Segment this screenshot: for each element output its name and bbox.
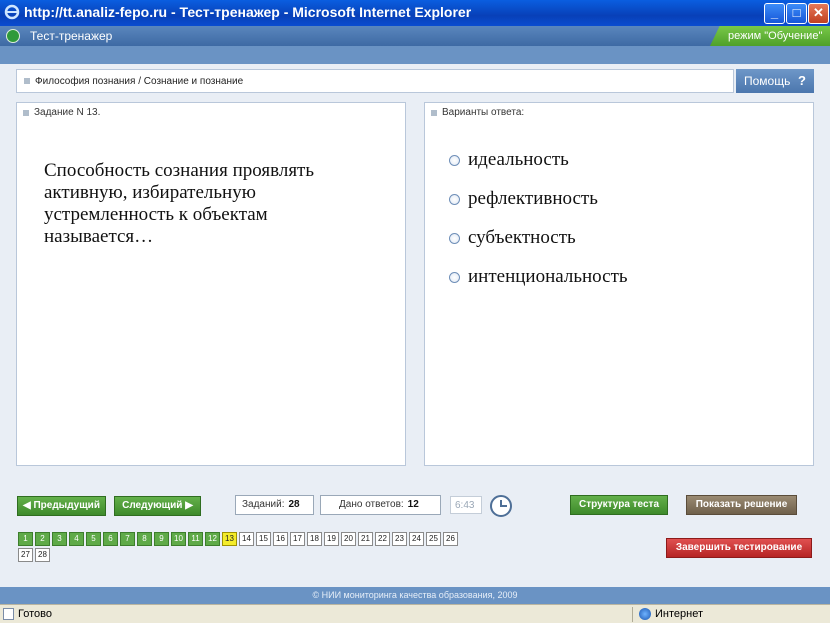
task-cell-12[interactable]: 12 [205, 532, 220, 546]
task-cell-26[interactable]: 26 [443, 532, 458, 546]
answer-label: интенциональность [468, 266, 628, 287]
maximize-button[interactable]: □ [786, 3, 807, 24]
answered-counter-label: Дано ответов: [339, 499, 404, 510]
radio-button[interactable] [449, 194, 460, 205]
answer-options: идеальность рефлективность субъектность … [449, 149, 628, 305]
tasks-counter-label: Заданий: [242, 499, 285, 510]
task-cell-17[interactable]: 17 [290, 532, 305, 546]
task-cell-23[interactable]: 23 [392, 532, 407, 546]
copyright-footer: © НИИ мониторинга качества образования, … [0, 587, 830, 604]
task-cell-10[interactable]: 10 [171, 532, 186, 546]
answer-option[interactable]: идеальность [449, 149, 628, 188]
help-button[interactable]: Помощь ? [736, 69, 814, 93]
task-cell-1[interactable]: 1 [18, 532, 33, 546]
task-cell-21[interactable]: 21 [358, 532, 373, 546]
internet-explorer-icon [4, 4, 20, 20]
task-cell-9[interactable]: 9 [154, 532, 169, 546]
task-cell-27[interactable]: 27 [18, 548, 33, 562]
task-cell-25[interactable]: 25 [426, 532, 441, 546]
next-button[interactable]: Следующий ▶ [114, 496, 201, 516]
window-titlebar: http://tt.analiz-fepo.ru - Тест-тренажер… [0, 0, 830, 26]
test-structure-button[interactable]: Структура теста [570, 495, 668, 515]
answers-caption-text: Варианты ответа: [442, 107, 525, 118]
answered-counter-value: 12 [407, 499, 419, 510]
status-separator [632, 607, 633, 622]
breadcrumb-text: Философия познания / Сознание и познание [35, 76, 244, 87]
show-solution-button[interactable]: Показать решение [686, 495, 797, 515]
close-button[interactable]: ✕ [808, 3, 829, 24]
app-title: Тест-тренажер [30, 29, 113, 43]
task-cell-2[interactable]: 2 [35, 532, 50, 546]
bullet-icon [24, 78, 30, 84]
mode-badge: режим "Обучение" [710, 26, 830, 46]
status-bar: Готово Интернет [0, 604, 830, 623]
task-cell-28[interactable]: 28 [35, 548, 50, 562]
task-cell-22[interactable]: 22 [375, 532, 390, 546]
task-cell-7[interactable]: 7 [120, 532, 135, 546]
answer-option[interactable]: интенциональность [449, 266, 628, 305]
header-band [0, 46, 830, 64]
answer-label: идеальность [468, 149, 569, 170]
answer-label: рефлективность [468, 188, 598, 209]
task-cell-18[interactable]: 18 [307, 532, 322, 546]
tasks-counter: Заданий: 28 [235, 495, 314, 515]
task-number: Задание N 13. [34, 107, 101, 118]
bullet-icon [23, 110, 29, 116]
bottom-toolbar: ◀ Предыдущий Следующий ▶ Заданий: 28 Дано… [0, 484, 830, 587]
answer-option[interactable]: рефлективность [449, 188, 628, 227]
answered-counter: Дано ответов: 12 [320, 495, 441, 515]
clock-icon [490, 495, 512, 517]
task-cell-19[interactable]: 19 [324, 532, 339, 546]
question-mark-icon: ? [798, 73, 806, 88]
task-cell-16[interactable]: 16 [273, 532, 288, 546]
task-cell-15[interactable]: 15 [256, 532, 271, 546]
tasks-counter-value: 28 [288, 499, 300, 510]
task-cell-8[interactable]: 8 [137, 532, 152, 546]
security-zone: Интернет [655, 608, 703, 620]
previous-button[interactable]: ◀ Предыдущий [17, 496, 106, 516]
task-cell-13[interactable]: 13 [222, 532, 237, 546]
answer-option[interactable]: субъектность [449, 227, 628, 266]
page-icon [3, 608, 14, 620]
breadcrumb: Философия познания / Сознание и познание [16, 69, 734, 93]
help-label: Помощь [744, 74, 791, 88]
question-text: Способность сознания проявлять активную,… [44, 160, 315, 247]
timer-display: 6:43 [450, 496, 482, 514]
task-cell-6[interactable]: 6 [103, 532, 118, 546]
window-title: http://tt.analiz-fepo.ru - Тест-тренажер… [24, 4, 472, 20]
task-cell-5[interactable]: 5 [86, 532, 101, 546]
task-cell-14[interactable]: 14 [239, 532, 254, 546]
status-text: Готово [18, 608, 52, 620]
app-header: Тест-тренажер режим "Обучение" [0, 26, 830, 46]
app-logo-icon [6, 29, 20, 43]
answers-caption: Варианты ответа: [425, 103, 813, 121]
task-cell-4[interactable]: 4 [69, 532, 84, 546]
main-area: Философия познания / Сознание и познание… [0, 46, 830, 587]
task-cell-3[interactable]: 3 [52, 532, 67, 546]
radio-button[interactable] [449, 272, 460, 283]
task-cell-24[interactable]: 24 [409, 532, 424, 546]
task-cell-20[interactable]: 20 [341, 532, 356, 546]
radio-button[interactable] [449, 155, 460, 166]
task-caption: Задание N 13. [17, 103, 405, 121]
task-panel: Задание N 13. Способность сознания прояв… [16, 102, 406, 466]
finish-test-button[interactable]: Завершить тестирование [666, 538, 812, 558]
globe-icon [639, 608, 651, 620]
bullet-icon [431, 110, 437, 116]
answers-panel: Варианты ответа: идеальность рефлективно… [424, 102, 814, 466]
minimize-button[interactable]: _ [764, 3, 785, 24]
radio-button[interactable] [449, 233, 460, 244]
answer-label: субъектность [468, 227, 576, 248]
task-cell-11[interactable]: 11 [188, 532, 203, 546]
